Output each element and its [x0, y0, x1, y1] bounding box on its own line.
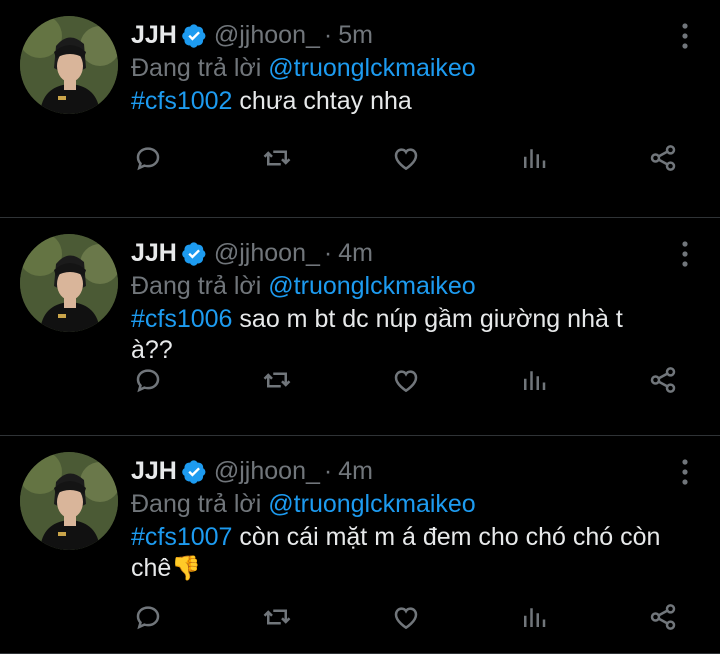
author-handle[interactable]: @jjhoon_	[214, 18, 320, 52]
like-icon	[394, 607, 417, 630]
tweet[interactable]: JJH @jjhoon_ · 4m Đang trả lời @truonglc…	[0, 218, 720, 436]
author-name[interactable]: JJH	[131, 18, 177, 52]
analytics-icon	[524, 608, 546, 627]
reply-prefix: Đang trả lời	[131, 54, 262, 82]
analytics-icon	[524, 149, 546, 168]
thumbs-down-emoji: 👎	[171, 555, 202, 582]
retweet-button[interactable]	[260, 141, 294, 175]
avatar[interactable]	[20, 234, 118, 332]
verified-badge-icon	[182, 23, 206, 48]
like-button[interactable]	[389, 141, 423, 175]
analytics-button[interactable]	[517, 141, 551, 175]
hashtag-link[interactable]: #cfs1006	[131, 305, 232, 333]
tweet-text: #cfs1002 chưa chtay nha	[131, 86, 670, 117]
author-name[interactable]: JJH	[131, 236, 177, 270]
reply-context: Đang trả lời @truonglckmaikeo	[131, 52, 670, 84]
timestamp[interactable]: 5m	[338, 18, 373, 52]
analytics-button[interactable]	[517, 363, 551, 397]
timestamp[interactable]: 4m	[338, 454, 373, 488]
share-button[interactable]	[646, 141, 680, 175]
tweet-body: chưa chtay nha	[232, 87, 412, 115]
like-button[interactable]	[389, 363, 423, 397]
share-icon	[650, 367, 676, 393]
action-bar	[131, 600, 680, 634]
reply-mention-link[interactable]: @truonglckmaikeo	[268, 54, 475, 82]
avatar[interactable]	[20, 452, 118, 550]
retweet-icon	[263, 150, 291, 166]
reply-prefix: Đang trả lời	[131, 490, 262, 518]
more-vertical-icon[interactable]	[680, 22, 690, 50]
verified-badge-icon	[182, 459, 206, 484]
like-button[interactable]	[389, 600, 423, 634]
retweet-icon	[263, 609, 291, 625]
author-handle[interactable]: @jjhoon_	[214, 454, 320, 488]
action-bar	[131, 141, 680, 175]
analytics-button[interactable]	[517, 600, 551, 634]
author-name[interactable]: JJH	[131, 454, 177, 488]
reply-mention-link[interactable]: @truonglckmaikeo	[268, 490, 475, 518]
separator: ·	[323, 239, 333, 267]
separator: ·	[323, 21, 333, 49]
retweet-icon	[263, 372, 291, 388]
reply-context: Đang trả lời @truonglckmaikeo	[131, 488, 670, 520]
like-icon	[394, 148, 417, 171]
tweet[interactable]: JJH @jjhoon_ · 4m Đang trả lời @truonglc…	[0, 436, 720, 654]
reply-button[interactable]	[131, 363, 165, 397]
more-vertical-icon[interactable]	[680, 458, 690, 486]
action-bar	[131, 363, 680, 397]
reply-context: Đang trả lời @truonglckmaikeo	[131, 270, 670, 302]
share-button[interactable]	[646, 600, 680, 634]
reply-icon	[136, 606, 160, 630]
avatar[interactable]	[20, 16, 118, 114]
more-vertical-icon[interactable]	[680, 240, 690, 268]
hashtag-link[interactable]: #cfs1007	[131, 523, 232, 551]
share-button[interactable]	[646, 363, 680, 397]
tweet[interactable]: JJH @jjhoon_ · 5m Đang trả lời @truonglc…	[0, 0, 720, 218]
timestamp[interactable]: 4m	[338, 236, 373, 270]
verified-badge-icon	[182, 241, 206, 266]
reply-icon	[136, 147, 160, 171]
retweet-button[interactable]	[260, 600, 294, 634]
reply-mention-link[interactable]: @truonglckmaikeo	[268, 272, 475, 300]
reply-button[interactable]	[131, 600, 165, 634]
author-handle[interactable]: @jjhoon_	[214, 236, 320, 270]
hashtag-link[interactable]: #cfs1002	[131, 87, 232, 115]
tweet-text: #cfs1007 còn cái mặt m á đem cho chó chó…	[131, 522, 670, 584]
reply-prefix: Đang trả lời	[131, 272, 262, 300]
share-icon	[650, 604, 676, 630]
tweet-text: #cfs1006 sao m bt dc núp gầm giường nhà …	[131, 304, 670, 366]
reply-icon	[136, 369, 160, 393]
analytics-icon	[524, 371, 546, 390]
retweet-button[interactable]	[260, 363, 294, 397]
like-icon	[394, 370, 417, 393]
separator: ·	[323, 457, 333, 485]
share-icon	[650, 145, 676, 171]
reply-button[interactable]	[131, 141, 165, 175]
